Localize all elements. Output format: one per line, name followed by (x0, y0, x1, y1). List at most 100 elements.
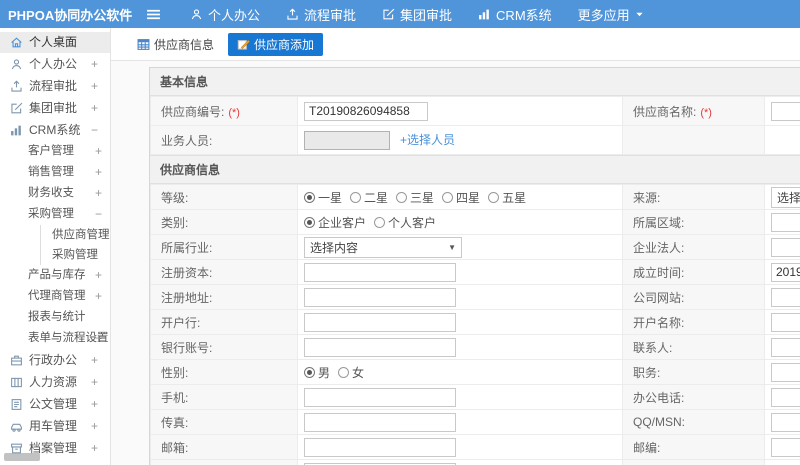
email-input[interactable] (304, 437, 456, 457)
expand-icon[interactable]: + (91, 394, 98, 415)
level-radio-2[interactable]: 三星 (396, 189, 434, 206)
industry-select[interactable]: 选择内容 ▼ (304, 236, 462, 258)
tab-supplier-info[interactable]: 供应商信息 (132, 33, 219, 56)
sidebar-item-agent-management[interactable]: 代理商管理 + (0, 286, 110, 307)
expand-icon[interactable]: + (91, 350, 98, 371)
sidebar-item-purchase-management[interactable]: 采购管理 (40, 245, 110, 265)
contact-person-input[interactable] (771, 337, 800, 357)
field-label-text: 开户行: (161, 315, 201, 330)
gender-radio-1[interactable]: 女 (338, 364, 364, 381)
sales-person-input[interactable] (304, 130, 390, 150)
fax-input[interactable] (304, 412, 456, 432)
topnav-item-more-apps[interactable]: 更多应用 (578, 5, 644, 24)
sidebar-item-personal-office[interactable]: 个人办公 + (0, 54, 110, 75)
sidebar-item-procurement-management[interactable]: 采购管理 − (0, 204, 110, 225)
expand-icon[interactable]: + (91, 54, 98, 75)
office-phone-input[interactable] (771, 387, 800, 407)
sidebar-item-human-resources[interactable]: 人力资源 + (0, 372, 110, 393)
region-input[interactable] (771, 212, 800, 232)
car-icon (10, 420, 23, 433)
form-row: 手机: 办公电话: (150, 384, 800, 410)
topnav-item-personal-office[interactable]: 个人办公 (190, 5, 260, 24)
sidebar-item-label: 公文管理 (29, 397, 78, 411)
topnav-item-workflow-approval[interactable]: 流程审批 (286, 5, 356, 24)
topnav-item-label: 集团审批 (400, 7, 453, 23)
expand-icon[interactable]: + (95, 328, 102, 349)
sidebar-item-workflow-approval[interactable]: 流程审批 + (0, 76, 110, 97)
supplier-name-input[interactable] (771, 101, 800, 121)
zip-code-input[interactable] (771, 437, 800, 457)
tab-supplier-add[interactable]: 供应商添加 (228, 32, 324, 56)
expand-icon[interactable]: + (95, 265, 102, 286)
field-label: 供应商名称: (*) (622, 96, 765, 126)
topnav-item-crm-system[interactable]: CRM系统 (478, 5, 552, 24)
sidebar-item-group-approval[interactable]: 集团审批 + (0, 98, 110, 119)
company-website-input[interactable] (771, 287, 800, 307)
level-radio-1[interactable]: 二星 (350, 189, 388, 206)
expand-icon[interactable]: + (91, 438, 98, 459)
expand-icon[interactable]: + (95, 286, 102, 307)
form-row: 供应商编号:(*) 供应商名称:(*) (150, 96, 800, 126)
field-value: +选择人员 (297, 125, 623, 155)
sidebar-item-sales-management[interactable]: 销售管理 + (0, 162, 110, 183)
field-label-text: 供应商编号: (161, 104, 225, 119)
sidebar-item-product-inventory[interactable]: 产品与库存 + (0, 265, 110, 286)
chart-icon (10, 124, 23, 137)
account-name-input[interactable] (771, 312, 800, 332)
registered-address-input[interactable] (304, 287, 456, 307)
field-value: 男女 (297, 359, 623, 385)
expand-icon[interactable]: + (91, 372, 98, 393)
sidebar-item-document-management[interactable]: 公文管理 + (0, 394, 110, 415)
choose-person-link[interactable]: +选择人员 (400, 133, 455, 147)
founded-date-input[interactable] (771, 262, 800, 282)
expand-icon[interactable]: + (95, 141, 102, 162)
expand-icon[interactable]: + (95, 183, 102, 204)
sidebar-item-label: 集团审批 (29, 101, 78, 115)
sidebar-item-crm-system[interactable]: CRM系统 − (0, 120, 110, 141)
sidebar-item-vehicle-management[interactable]: 用车管理 + (0, 416, 110, 437)
sidebar-item-form-workflow-settings[interactable]: 表单与流程设置 + (0, 328, 110, 349)
field-label-text: 邮编: (633, 440, 661, 455)
sidebar-item-reports-statistics[interactable]: 报表与统计 (0, 307, 110, 328)
collapse-icon[interactable]: − (91, 120, 98, 141)
category-radio-0[interactable]: 企业客户 (304, 214, 366, 231)
sidebar-item-label: CRM系统 (29, 123, 81, 137)
field-label: 来源: (622, 184, 765, 210)
app-logo: PHPOA协同办公软件 (8, 7, 133, 23)
supplier-code-input[interactable] (304, 101, 428, 121)
radio-icon (304, 216, 315, 228)
level-radio-4[interactable]: 五星 (488, 189, 526, 206)
sidebar-item-supplier-management[interactable]: 供应商管理 (40, 225, 110, 245)
sidebar-item-customer-management[interactable]: 客户管理 + (0, 141, 110, 162)
topnav-item-group-approval[interactable]: 集团审批 (382, 5, 452, 24)
sidebar-item-label: 代理商管理 (28, 290, 86, 302)
sidebar-item-finance-income-expense[interactable]: 财务收支 + (0, 183, 110, 204)
level-radio-3[interactable]: 四星 (442, 189, 480, 206)
field-label-text: 所属区域: (633, 215, 685, 230)
sidebar-item-admin-office[interactable]: 行政办公 + (0, 350, 110, 371)
upload-icon (10, 80, 23, 93)
registered-capital-input[interactable] (304, 262, 456, 282)
gender-radio-0[interactable]: 男 (304, 364, 330, 381)
expand-icon[interactable]: + (95, 162, 102, 183)
field-value (297, 434, 623, 460)
collapse-icon[interactable]: − (95, 204, 102, 225)
form-row: 开户行: 开户名称: (150, 309, 800, 335)
expand-icon[interactable]: + (91, 98, 98, 119)
bank-account-input[interactable] (304, 337, 456, 357)
source-select[interactable]: 选择内容▼ (771, 186, 800, 208)
required-marker: (*) (228, 106, 240, 119)
bank-branch-input[interactable] (304, 312, 456, 332)
level-radio-0[interactable]: 一星 (304, 189, 342, 206)
category-radio-1[interactable]: 个人客户 (374, 214, 436, 231)
field-label-text: 手机: (161, 390, 189, 405)
job-title-input[interactable] (771, 362, 800, 382)
mobile-input[interactable] (304, 387, 456, 407)
menu-icon[interactable] (146, 8, 161, 21)
qq-msn-input[interactable] (771, 412, 800, 432)
sidebar-item-label: 个人桌面 (29, 35, 78, 49)
expand-icon[interactable]: + (91, 76, 98, 97)
sidebar-item-personal-desktop[interactable]: 个人桌面 (0, 32, 110, 53)
expand-icon[interactable]: + (91, 416, 98, 437)
legal-person-input[interactable] (771, 237, 800, 257)
